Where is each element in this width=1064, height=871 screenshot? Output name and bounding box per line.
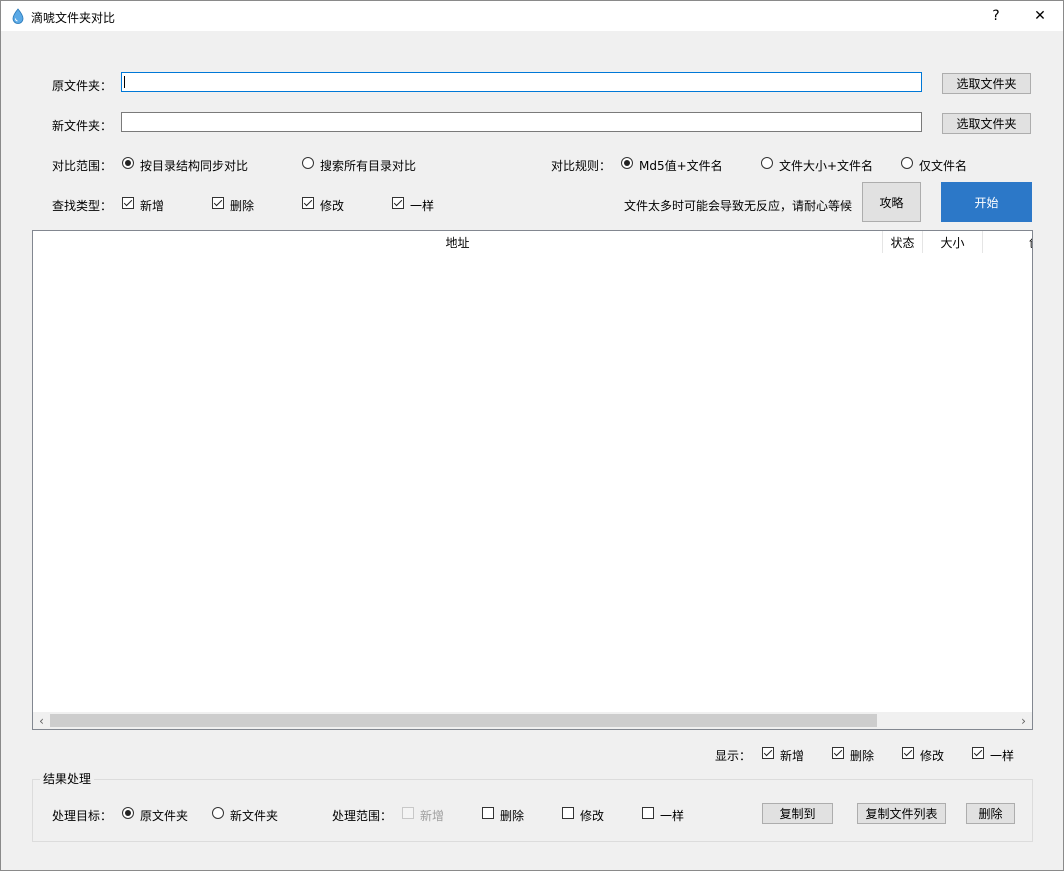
find-deleted-checkbox[interactable] [212, 197, 224, 209]
main-window: 滴唬文件夹对比 ? ✕ 原文件夹： 选取文件夹 新文件夹： 选取文件夹 对比范围… [0, 0, 1064, 871]
start-button[interactable]: 开始 [941, 182, 1032, 222]
display-added-checkbox[interactable] [762, 747, 774, 759]
find-added-checkbox[interactable] [122, 197, 134, 209]
range-deleted-label[interactable]: 删除 [500, 807, 524, 824]
horizontal-scrollbar[interactable]: ‹ › [33, 712, 1032, 729]
process-target-radio[interactable] [212, 807, 224, 819]
process-target-option-label[interactable]: 新文件夹 [230, 807, 278, 824]
display-modified-label[interactable]: 修改 [920, 747, 944, 764]
range-added-label: 新增 [420, 809, 445, 823]
display-same-checkbox[interactable] [972, 747, 984, 759]
process-range-label: 处理范围： [332, 809, 393, 823]
result-group-title: 结果处理 [40, 770, 95, 787]
process-target-label: 处理目标： [52, 809, 113, 823]
rule-size-radio[interactable] [761, 157, 773, 169]
scope-all-label[interactable]: 搜索所有目录对比 [320, 157, 416, 174]
range-modified-label[interactable]: 修改 [580, 807, 604, 824]
water-drop-icon [12, 8, 24, 24]
rule-name-radio[interactable] [901, 157, 913, 169]
display-modified-checkbox[interactable] [902, 747, 914, 759]
display-label: 显示： [715, 749, 752, 763]
scope-sync-label[interactable]: 按目录结构同步对比 [140, 157, 248, 174]
display-same-label[interactable]: 一样 [990, 747, 1014, 764]
copy-file-list-button[interactable]: 复制文件列表 [857, 803, 946, 824]
rule-md5-radio[interactable] [621, 157, 633, 169]
scroll-thumb[interactable] [50, 714, 877, 727]
result-table[interactable]: 地址 状态 大小 创 ‹ › [32, 230, 1033, 730]
source-browse-button[interactable]: 选取文件夹 [942, 73, 1031, 94]
source-folder-input[interactable] [121, 72, 922, 92]
help-button[interactable]: ? [974, 1, 1018, 31]
find-deleted-label[interactable]: 删除 [230, 197, 254, 214]
scope-sync-radio[interactable] [122, 157, 134, 169]
rule-md5-label[interactable]: Md5值+文件名 [639, 157, 723, 174]
range-same-checkbox[interactable] [642, 807, 654, 819]
display-added-label[interactable]: 新增 [780, 747, 804, 764]
target-folder-input[interactable] [121, 112, 922, 132]
column-header-status[interactable]: 状态 [883, 231, 923, 253]
delete-button[interactable]: 删除 [966, 803, 1015, 824]
process-source-radio[interactable] [122, 807, 134, 819]
display-deleted-label[interactable]: 删除 [850, 747, 874, 764]
rule-label: 对比规则： [551, 159, 612, 173]
rule-name-label[interactable]: 仅文件名 [919, 157, 967, 174]
copy-to-button[interactable]: 复制到 [762, 803, 833, 824]
scroll-left-icon[interactable]: ‹ [33, 712, 50, 729]
range-added-checkbox [402, 807, 414, 819]
column-header-created[interactable]: 创 [983, 231, 1032, 253]
target-browse-button[interactable]: 选取文件夹 [942, 113, 1031, 134]
close-button[interactable]: ✕ [1018, 1, 1062, 31]
find-type-label: 查找类型： [52, 199, 113, 213]
target-folder-label: 新文件夹： [52, 119, 113, 133]
title-bar: 滴唬文件夹对比 ? ✕ [1, 1, 1063, 31]
scroll-right-icon[interactable]: › [1015, 712, 1032, 729]
find-modified-label[interactable]: 修改 [320, 197, 344, 214]
window-title: 滴唬文件夹对比 [31, 11, 116, 25]
scope-label: 对比范围： [52, 159, 113, 173]
rule-size-label[interactable]: 文件大小+文件名 [779, 157, 873, 174]
find-modified-checkbox[interactable] [302, 197, 314, 209]
text-caret [124, 76, 125, 88]
find-same-label[interactable]: 一样 [410, 197, 434, 214]
range-same-label[interactable]: 一样 [660, 807, 684, 824]
notice-text: 文件太多时可能会导致无反应，请耐心等候 [624, 199, 853, 213]
process-source-label[interactable]: 原文件夹 [140, 807, 188, 824]
scope-all-radio[interactable] [302, 157, 314, 169]
guide-button[interactable]: 攻略 [862, 182, 921, 222]
column-header-size[interactable]: 大小 [923, 231, 983, 253]
range-modified-checkbox[interactable] [562, 807, 574, 819]
source-folder-label: 原文件夹： [52, 79, 113, 93]
find-added-label[interactable]: 新增 [140, 197, 164, 214]
display-deleted-checkbox[interactable] [832, 747, 844, 759]
column-header-path[interactable]: 地址 [33, 231, 883, 253]
find-same-checkbox[interactable] [392, 197, 404, 209]
range-deleted-checkbox[interactable] [482, 807, 494, 819]
